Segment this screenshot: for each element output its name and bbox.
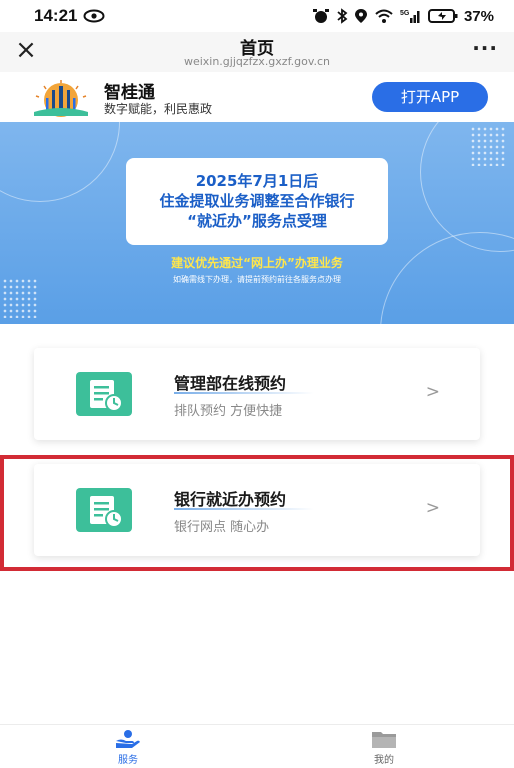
page-url: weixin.gjjqzfzx.gxzf.gov.cn <box>183 55 331 68</box>
signal-icon: 5G <box>400 10 420 23</box>
hand-service-icon <box>116 730 140 748</box>
appointment-icon <box>76 372 132 416</box>
title-underline <box>174 392 314 394</box>
tab-mine[interactable]: 我的 <box>344 729 424 766</box>
open-app-button[interactable]: 打开APP <box>372 82 488 112</box>
app-slogan: 数字赋能，利民惠政 <box>104 102 213 116</box>
alarm-icon <box>312 9 329 23</box>
notice-date: 2025年7月1日后 <box>195 172 319 190</box>
notice-subtitle: 建议优先通过“网上办”办理业务 <box>171 256 343 270</box>
notice-line: 住金提取业务调整至合作银行 <box>159 192 355 210</box>
decor-dots <box>470 126 506 166</box>
decor-arc <box>0 122 120 202</box>
highlight-box <box>0 455 514 571</box>
bottom-tab-bar: 服务 我的 <box>0 724 514 768</box>
status-bar: 14:21 5G 37% <box>0 0 514 32</box>
tab-service[interactable]: 服务 <box>88 729 168 766</box>
hero-notice-banner: 2025年7月1日后 住金提取业务调整至合作银行 “就近办”服务点受理 建议优先… <box>0 122 514 324</box>
eye-icon <box>83 9 105 23</box>
bluetooth-icon <box>337 8 348 24</box>
battery-icon <box>427 9 458 23</box>
svg-text:5G: 5G <box>400 10 410 17</box>
card-desc: 排队预约 方便快捷 <box>174 404 283 419</box>
app-logo <box>34 80 88 117</box>
more-icon[interactable]: ··· <box>472 36 498 60</box>
wifi-icon <box>375 9 393 23</box>
battery-percent: 37% <box>463 7 494 25</box>
status-time: 14:21 <box>34 6 78 25</box>
card-title: 管理部在线预约 <box>174 374 287 393</box>
notice-note: 如确需线下办理，请提前预约前往各服务点办理 <box>173 275 341 284</box>
chevron-right-icon: > <box>425 382 440 402</box>
tab-label: 服务 <box>118 755 138 766</box>
location-icon <box>354 9 367 23</box>
notice-line: “就近办”服务点受理 <box>187 212 327 230</box>
notice-card: 2025年7月1日后 住金提取业务调整至合作银行 “就近办”服务点受理 <box>126 158 388 245</box>
nav-bar: × 首页 weixin.gjjqzfzx.gxzf.gov.cn ··· <box>0 32 514 72</box>
app-banner: 智桂通 数字赋能，利民惠政 打开APP <box>0 72 514 122</box>
tab-label: 我的 <box>374 755 394 766</box>
online-appointment-card[interactable]: 管理部在线预约 排队预约 方便快捷 > <box>34 348 480 440</box>
folder-icon <box>372 732 396 748</box>
